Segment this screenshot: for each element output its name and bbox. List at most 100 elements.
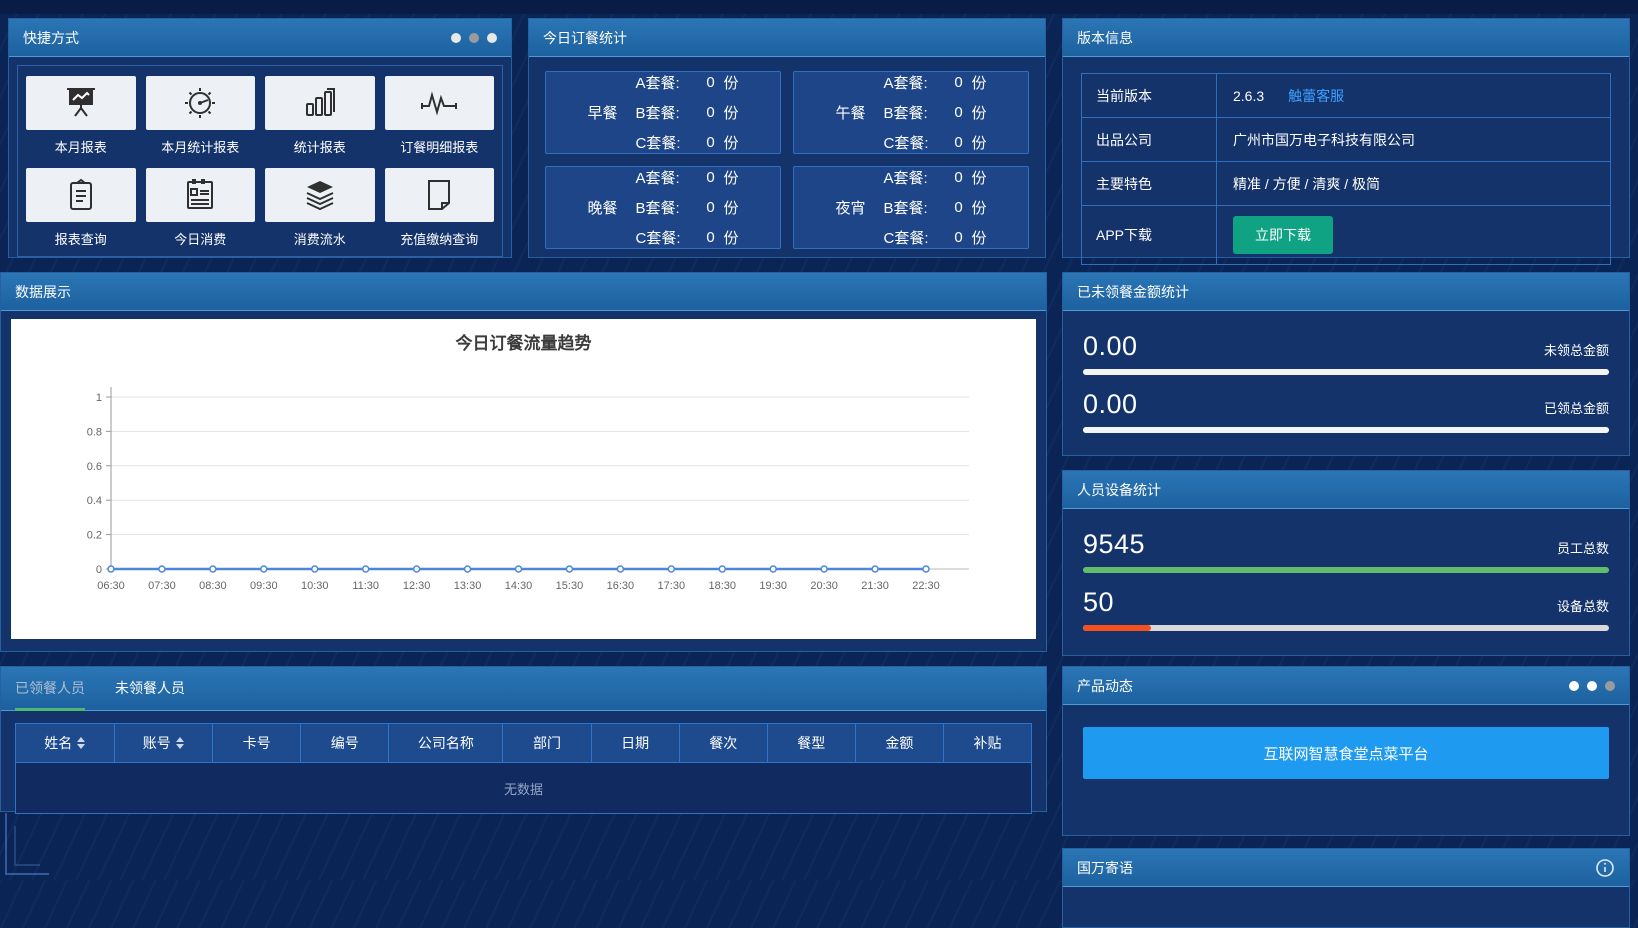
- shortcut-monthly-report[interactable]: 本月报表: [26, 76, 136, 156]
- column-header-account[interactable]: 账号: [115, 724, 214, 762]
- info-icon[interactable]: [1595, 858, 1615, 878]
- bar-chart-3d-icon: [302, 87, 338, 119]
- people-device-title: 人员设备统计: [1077, 480, 1161, 500]
- set-unit: 份: [972, 167, 987, 188]
- top-strip: [0, 0, 1638, 14]
- carousel-dot-icon[interactable]: [469, 33, 479, 43]
- set-label: A套餐:: [884, 72, 946, 93]
- shortcut-stats-report[interactable]: 统计报表: [265, 76, 375, 156]
- version-row-company: 出品公司 广州市国万电子科技有限公司: [1082, 118, 1610, 162]
- set-unit: 份: [724, 227, 739, 248]
- shortcut-order-detail-report[interactable]: 订餐明细报表: [385, 76, 495, 156]
- stat-label: 员工总数: [1557, 538, 1609, 557]
- column-header-card: 卡号: [213, 724, 301, 762]
- svg-text:20:30: 20:30: [810, 580, 838, 592]
- row-label: APP下载: [1082, 206, 1217, 264]
- stat-unreceived-amount: 0.00 未领总金额: [1083, 331, 1609, 375]
- table-header-row: 姓名 账号 卡号 编号 公司名称 部门 日期 餐次 餐型 金额 补贴: [16, 724, 1031, 762]
- version-info-header: 版本信息: [1063, 19, 1629, 57]
- shortcut-label: 充值缴纳查询: [385, 229, 495, 248]
- set-unit: 份: [724, 132, 739, 153]
- set-label: B套餐:: [636, 102, 698, 123]
- data-display-header: 数据展示: [1, 273, 1046, 311]
- set-label: C套餐:: [884, 227, 946, 248]
- svg-text:08:30: 08:30: [199, 580, 227, 592]
- shortcut-consumption-flow[interactable]: 消费流水: [265, 168, 375, 248]
- shortcut-report-query[interactable]: 报表查询: [26, 168, 136, 248]
- product-news-panel: 产品动态 互联网智慧食堂点菜平台: [1062, 666, 1630, 836]
- set-unit: 份: [724, 102, 739, 123]
- shortcuts-panel-header: 快捷方式: [9, 19, 511, 57]
- empty-text: 无数据: [504, 779, 543, 798]
- shortcut-today-consumption[interactable]: 今日消费: [146, 168, 256, 248]
- version-number: 2.6.3: [1233, 88, 1264, 104]
- product-news-title: 产品动态: [1077, 676, 1133, 696]
- row-label: 当前版本: [1082, 74, 1217, 117]
- customer-service-link[interactable]: 触蕾客服: [1288, 86, 1344, 106]
- svg-text:17:30: 17:30: [658, 580, 686, 592]
- set-value: 0: [946, 134, 972, 151]
- progress-bar: [1083, 427, 1609, 433]
- svg-text:0: 0: [96, 564, 102, 576]
- stat-value: 0.00: [1083, 389, 1138, 420]
- sort-icon[interactable]: [77, 737, 85, 749]
- set-label: B套餐:: [884, 197, 946, 218]
- set-value: 0: [698, 169, 724, 186]
- set-unit: 份: [724, 72, 739, 93]
- order-stats-title: 今日订餐统计: [543, 28, 627, 48]
- tab-label: 未领餐人员: [115, 680, 185, 696]
- carousel-dot-icon[interactable]: [451, 33, 461, 43]
- today-order-stats-panel: 今日订餐统计 早餐 A套餐:0份 B套餐:0份 C套餐:0份 午餐 A套餐:0份…: [528, 18, 1046, 258]
- set-value: 0: [946, 104, 972, 121]
- set-unit: 份: [972, 227, 987, 248]
- meal-box-breakfast: 早餐 A套餐:0份 B套餐:0份 C套餐:0份: [545, 71, 781, 154]
- meal-name: 午餐: [835, 102, 865, 123]
- tab-unreceived-meals[interactable]: 未领餐人员: [115, 667, 185, 711]
- stat-value: 9545: [1083, 529, 1145, 560]
- gauge-icon: [183, 86, 217, 120]
- progress-bar: [1083, 625, 1151, 631]
- column-header-amount: 金额: [856, 724, 944, 762]
- svg-text:21:30: 21:30: [861, 580, 889, 592]
- meal-box-lunch: 午餐 A套餐:0份 B套餐:0份 C套餐:0份: [793, 71, 1029, 154]
- set-unit: 份: [972, 102, 987, 123]
- shortcut-monthly-stats-report[interactable]: 本月统计报表: [146, 76, 256, 156]
- version-row-current: 当前版本 2.6.3 触蕾客服: [1082, 74, 1610, 118]
- set-unit: 份: [972, 72, 987, 93]
- carousel-dot-icon[interactable]: [1605, 681, 1615, 691]
- column-header-company: 公司名称: [389, 724, 503, 762]
- meal-personnel-panel: 已领餐人员 未领餐人员 姓名 账号 卡号 编号 公司名称 部门 日期 餐次 餐型: [0, 666, 1047, 812]
- meal-box-supper: 夜宵 A套餐:0份 B套餐:0份 C套餐:0份: [793, 166, 1029, 249]
- product-banner[interactable]: 互联网智慧食堂点菜平台: [1083, 727, 1609, 779]
- layers-icon: [303, 179, 337, 211]
- carousel-dot-icon[interactable]: [1569, 681, 1579, 691]
- progress-track: [1083, 625, 1609, 631]
- version-table: 当前版本 2.6.3 触蕾客服 出品公司 广州市国万电子科技有限公司 主要特色 …: [1081, 73, 1611, 265]
- data-display-panel: 数据展示 今日订餐流量趋势 00.20.40.60.8106:3007:3008…: [0, 272, 1047, 652]
- set-unit: 份: [724, 167, 739, 188]
- column-header-meal-type: 餐型: [768, 724, 856, 762]
- meal-name: 早餐: [587, 102, 617, 123]
- amount-stats-header: 已未领餐金额统计: [1063, 273, 1629, 311]
- stat-value: 50: [1083, 587, 1114, 618]
- svg-text:10:30: 10:30: [301, 580, 329, 592]
- version-info-panel: 版本信息 当前版本 2.6.3 触蕾客服 出品公司 广州市国万电子科技有限公司 …: [1062, 18, 1630, 258]
- svg-text:09:30: 09:30: [250, 580, 278, 592]
- shortcut-label: 统计报表: [265, 137, 375, 156]
- meal-name: 夜宵: [835, 197, 865, 218]
- column-header-name[interactable]: 姓名: [16, 724, 115, 762]
- svg-text:19:30: 19:30: [759, 580, 787, 592]
- set-label: C套餐:: [636, 227, 698, 248]
- svg-text:14:30: 14:30: [505, 580, 533, 592]
- sort-icon[interactable]: [176, 737, 184, 749]
- column-header-meal-time: 餐次: [680, 724, 768, 762]
- carousel-dot-icon[interactable]: [487, 33, 497, 43]
- tab-received-meals[interactable]: 已领餐人员: [15, 667, 85, 711]
- download-button[interactable]: 立即下载: [1233, 216, 1333, 254]
- shortcuts-panel: 快捷方式 本月报表: [8, 18, 512, 258]
- column-header-subsidy: 补贴: [944, 724, 1031, 762]
- column-header-date: 日期: [592, 724, 680, 762]
- shortcut-recharge-query[interactable]: 充值缴纳查询: [385, 168, 495, 248]
- stat-value: 0.00: [1083, 331, 1138, 362]
- carousel-dot-icon[interactable]: [1587, 681, 1597, 691]
